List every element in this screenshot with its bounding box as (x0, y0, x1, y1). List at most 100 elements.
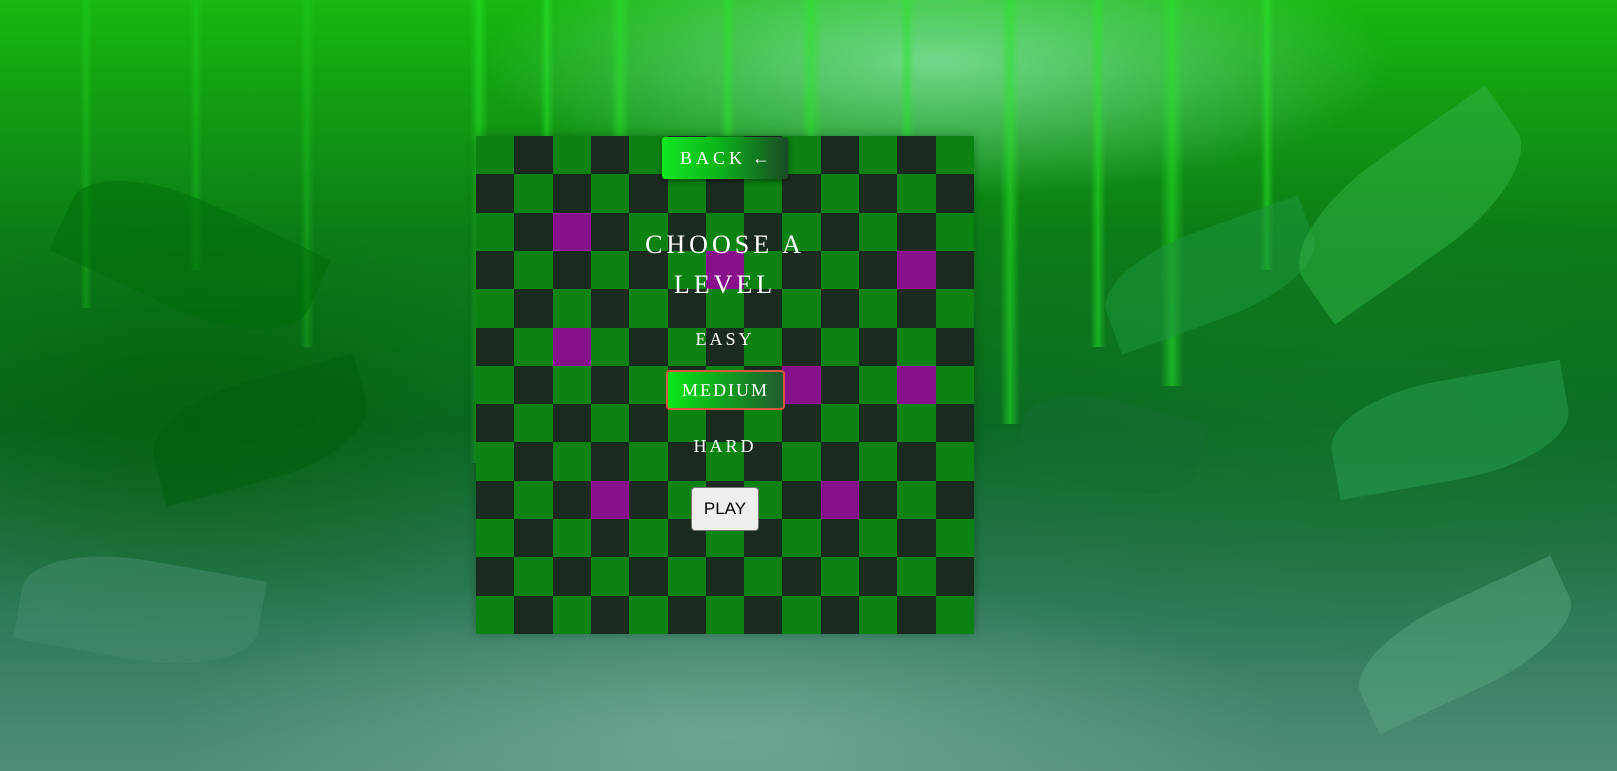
board-cell (667, 174, 706, 213)
board-cell (897, 595, 936, 634)
board-cell (859, 212, 898, 251)
back-label: BACK (679, 147, 746, 168)
board-cell (705, 557, 745, 596)
board-cell (514, 365, 553, 405)
board-cell (590, 557, 630, 596)
board-cell (744, 557, 783, 596)
board-cell (744, 174, 783, 213)
board-cell (935, 289, 974, 328)
board-cell (552, 174, 591, 213)
board-cell (590, 136, 630, 175)
board-cell (897, 557, 936, 596)
board-cell (859, 557, 898, 596)
board-cell (859, 289, 898, 328)
board-cell (629, 595, 668, 634)
board-cell (590, 174, 630, 213)
board-cell (476, 595, 515, 634)
board-cell (514, 519, 553, 558)
board-cell (859, 250, 898, 290)
board-cell (476, 480, 515, 520)
board-cell (782, 595, 821, 634)
board-cell (552, 250, 591, 290)
board-cell (935, 250, 974, 290)
board-cell (629, 557, 668, 596)
board-cell (476, 365, 515, 405)
board-cell (514, 136, 553, 175)
board-cell (629, 519, 668, 558)
board-cell (552, 557, 591, 596)
board-cell (514, 557, 553, 596)
board-cell (552, 136, 591, 175)
board-cell (552, 289, 591, 328)
board-cell (859, 174, 898, 213)
board-cell (552, 519, 591, 558)
board-cell (859, 480, 898, 520)
board-cell (897, 136, 936, 175)
board-cell (782, 557, 821, 596)
board-cell-highlight (820, 480, 860, 520)
board-cell (629, 174, 668, 213)
board-cell (705, 174, 745, 213)
board-cell (782, 136, 821, 175)
board-cell (514, 212, 553, 251)
board-cell (859, 519, 898, 558)
board-cell (476, 136, 515, 175)
board-cell (820, 174, 860, 213)
board-cell (476, 212, 515, 251)
level-option-easy[interactable]: EASY (0, 329, 1450, 350)
board-cell (859, 595, 898, 634)
board-cell (744, 595, 783, 634)
board-cell (820, 595, 860, 634)
board-cell (935, 480, 974, 520)
board-cell (820, 557, 860, 596)
back-button[interactable]: BACK ← (662, 137, 788, 179)
board-cell (476, 519, 515, 558)
board-cell (935, 557, 974, 596)
board-cell (782, 174, 821, 213)
board-cell (935, 136, 974, 175)
board-cell (590, 519, 630, 558)
left-arrow-icon: ← (752, 147, 770, 168)
board-cell (514, 289, 553, 328)
board-cell (935, 365, 974, 405)
board-cell (476, 557, 515, 596)
board-cell (590, 595, 630, 634)
board-cell (514, 250, 553, 290)
board-cell (514, 595, 553, 634)
board-cell (935, 595, 974, 634)
board-cell (667, 557, 706, 596)
board-cell (667, 595, 706, 634)
board-cell-highlight (552, 212, 591, 251)
board-cell (935, 519, 974, 558)
board-cell (552, 595, 591, 634)
board-cell-highlight (590, 480, 630, 520)
board-cell (476, 250, 515, 290)
board-cell (935, 174, 974, 213)
board-cell (476, 289, 515, 328)
board-cell (782, 519, 821, 558)
board-cell (820, 136, 860, 175)
board-cell-highlight (897, 365, 936, 405)
board-cell-highlight (782, 365, 821, 405)
board-cell (514, 174, 553, 213)
board-cell (820, 365, 860, 405)
level-option-medium[interactable]: MEDIUM (666, 370, 785, 410)
board-cell (897, 480, 936, 520)
board-cell (820, 519, 860, 558)
play-button[interactable]: PLAY (691, 487, 759, 531)
board-cell (897, 174, 936, 213)
board-cell (859, 365, 898, 405)
board-cell (782, 480, 821, 520)
board-cell (514, 480, 553, 520)
page-title: CHOOSE A LEVEL (645, 230, 805, 299)
board-cell (705, 595, 745, 634)
board-cell (552, 365, 591, 405)
board-cell (897, 289, 936, 328)
board-cell (935, 212, 974, 251)
level-option-hard[interactable]: HARD (0, 436, 1450, 457)
board-cell (629, 365, 668, 405)
board-cell (590, 365, 630, 405)
board-cell (629, 480, 668, 520)
board-cell (859, 136, 898, 175)
board-cell (897, 519, 936, 558)
